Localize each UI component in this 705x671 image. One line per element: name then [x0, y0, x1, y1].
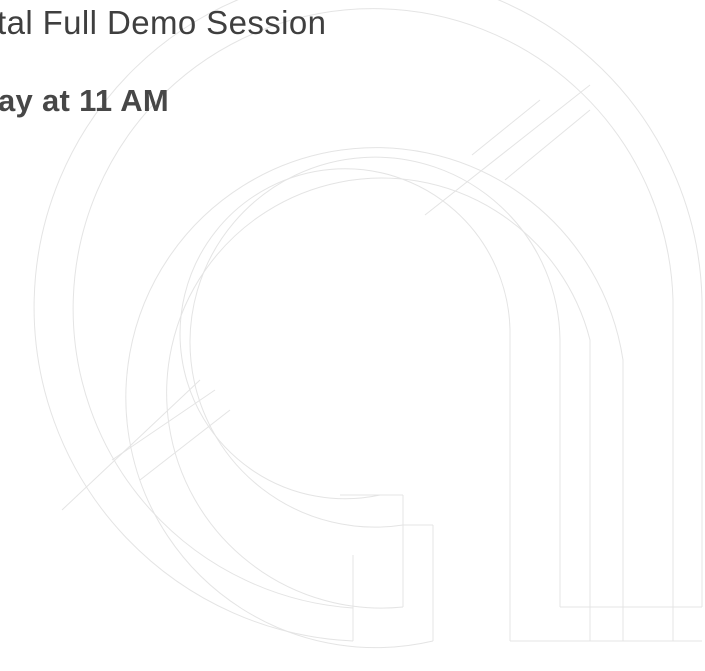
logo-arch-inner — [179, 168, 511, 641]
logo-arch-third — [125, 147, 624, 649]
logo-arch-fifth — [189, 156, 561, 607]
logo-arch-fourth — [166, 177, 591, 609]
logo-diagonal-top-3 — [504, 109, 591, 181]
session-title: tal Full Demo Session — [0, 4, 327, 41]
session-time: ay at 11 AM — [0, 83, 170, 118]
logo-diagonal-top-2 — [471, 99, 541, 156]
logo-diagonal-bottom-1 — [61, 379, 201, 511]
demo-session-banner: tal Full Demo Session ay at 11 AM — [0, 0, 705, 671]
logo-diagonal-bottom-3 — [139, 409, 231, 481]
logo-diagonal-top-1 — [424, 84, 591, 216]
